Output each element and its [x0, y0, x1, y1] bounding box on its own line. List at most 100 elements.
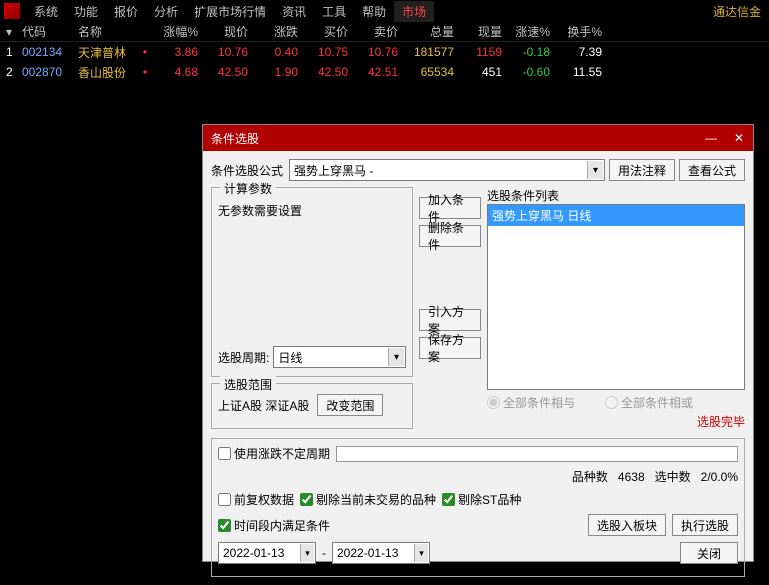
formula-value: 强势上穿黑马 - [294, 162, 373, 179]
col-name[interactable]: 名称 [78, 23, 142, 40]
radio-all-and: 全部条件相与 [487, 394, 575, 411]
chevron-down-icon[interactable]: ▾ [587, 161, 603, 179]
chevron-down-icon[interactable]: ▾ [414, 544, 428, 562]
row-spd: -0.18 [506, 45, 554, 59]
selected-label: 选中数 [655, 468, 691, 485]
calc-params-group: 计算参数 无参数需要设置 选股周期: 日线 ▾ [211, 187, 413, 377]
dot-icon: • [142, 45, 152, 59]
minimize-icon[interactable]: ― [697, 127, 725, 149]
menu-bar: 系统 功能 报价 分析 扩展市场行情 资讯 工具 帮助 市场 通达信金 [0, 0, 769, 22]
use-period-checkbox[interactable]: 使用涨跌不定周期 [218, 445, 330, 462]
menu-analysis[interactable]: 分析 [146, 1, 186, 22]
col-cur[interactable]: 现量 [458, 23, 506, 40]
into-block-button[interactable]: 选股入板块 [588, 514, 666, 536]
import-plan-button[interactable]: 引入方案 [419, 309, 481, 331]
row-name[interactable]: 香山股份 [78, 64, 142, 81]
menu-function[interactable]: 功能 [66, 1, 106, 22]
col-spd[interactable]: 涨速% [506, 23, 554, 40]
scope-text: 上证A股 深证A股 [218, 397, 309, 414]
chevron-down-icon[interactable]: ▾ [300, 544, 314, 562]
count-label: 品种数 [572, 468, 608, 485]
delete-condition-button[interactable]: 删除条件 [419, 225, 481, 247]
table-row[interactable]: 1002134天津普林•3.8610.760.4010.7510.7618157… [0, 42, 769, 62]
condition-listbox[interactable]: 强势上穿黑马 日线 [487, 204, 745, 390]
row-pct: 3.86 [152, 45, 202, 59]
col-pct[interactable]: 涨幅% [152, 23, 202, 40]
radio-and-input [487, 396, 500, 409]
row-code[interactable]: 002134 [22, 45, 78, 59]
brand-label: 通达信金 [705, 1, 769, 22]
col-chg[interactable]: 涨跌 [252, 23, 302, 40]
row-pct: 4.68 [152, 65, 202, 79]
bottom-panel: 使用涨跌不定周期 品种数 4638 选中数 2/0.0% 前复权数据 剔除当前未… [211, 438, 745, 577]
scope-title: 选股范围 [220, 376, 276, 393]
row-chg: 0.40 [252, 45, 302, 59]
condition-stock-dialog: 条件选股 ― ✕ 条件选股公式 强势上穿黑马 - ▾ 用法注释 查看公式 计算参… [202, 124, 754, 562]
selected-value: 2/0.0% [701, 470, 738, 484]
row-vol: 181577 [402, 45, 458, 59]
date-from-input[interactable]: 2022-01-13▾ [218, 542, 316, 564]
dot-icon: • [142, 65, 152, 79]
menu-news[interactable]: 资讯 [274, 1, 314, 22]
col-turn[interactable]: 换手% [554, 23, 606, 40]
menu-extended[interactable]: 扩展市场行情 [186, 1, 274, 22]
row-code[interactable]: 002870 [22, 65, 78, 79]
row-name[interactable]: 天津普林 [78, 44, 142, 61]
col-code[interactable]: 代码 [22, 23, 78, 40]
calc-params-title: 计算参数 [220, 180, 276, 197]
col-price[interactable]: 现价 [202, 23, 252, 40]
row-chg: 1.90 [252, 65, 302, 79]
col-bid[interactable]: 买价 [302, 23, 352, 40]
radio-or-input [605, 396, 618, 409]
row-price: 42.50 [202, 65, 252, 79]
chevron-down-icon[interactable]: ▾ [388, 348, 404, 366]
row-turn: 7.39 [554, 45, 606, 59]
exec-button[interactable]: 执行选股 [672, 514, 738, 536]
table-header: ▾ 代码 名称 涨幅% 现价 涨跌 买价 卖价 总量 现量 涨速% 换手% [0, 22, 769, 42]
row-cur: 451 [458, 65, 506, 79]
row-bid: 10.75 [302, 45, 352, 59]
close-icon[interactable]: ✕ [725, 127, 753, 149]
menu-system[interactable]: 系统 [26, 1, 66, 22]
view-formula-button[interactable]: 查看公式 [679, 159, 745, 181]
dialog-title: 条件选股 [211, 130, 259, 147]
period-value: 日线 [278, 349, 302, 366]
formula-combo[interactable]: 强势上穿黑马 - ▾ [289, 159, 605, 181]
condition-list-label: 选股条件列表 [487, 187, 745, 204]
row-price: 10.76 [202, 45, 252, 59]
row-ask: 10.76 [352, 45, 402, 59]
list-item[interactable]: 强势上穿黑马 日线 [488, 205, 744, 226]
save-plan-button[interactable]: 保存方案 [419, 337, 481, 359]
time-range-checkbox[interactable]: 时间段内满足条件 [218, 517, 330, 534]
change-scope-button[interactable]: 改变范围 [317, 394, 383, 416]
row-vol: 65534 [402, 65, 458, 79]
add-condition-button[interactable]: 加入条件 [419, 197, 481, 219]
row-idx: 1 [0, 45, 22, 59]
exclude-notrade-checkbox[interactable]: 剔除当前未交易的品种 [300, 491, 436, 508]
dialog-titlebar[interactable]: 条件选股 ― ✕ [203, 125, 753, 151]
col-ask[interactable]: 卖价 [352, 23, 402, 40]
row-bid: 42.50 [302, 65, 352, 79]
col-dropdown-icon[interactable]: ▾ [0, 25, 22, 39]
period-combo[interactable]: 日线 ▾ [273, 346, 406, 368]
row-idx: 2 [0, 65, 22, 79]
formula-label: 条件选股公式 [211, 162, 283, 179]
menu-market[interactable]: 市场 [394, 1, 434, 22]
status-done: 选股完毕 [487, 413, 745, 430]
no-params-label: 无参数需要设置 [218, 202, 406, 219]
col-vol[interactable]: 总量 [402, 23, 458, 40]
menu-help[interactable]: 帮助 [354, 1, 394, 22]
menu-tools[interactable]: 工具 [314, 1, 354, 22]
radio-all-or: 全部条件相或 [605, 394, 693, 411]
date-to-input[interactable]: 2022-01-13▾ [332, 542, 430, 564]
row-ask: 42.51 [352, 65, 402, 79]
exclude-st-checkbox[interactable]: 剔除ST品种 [442, 491, 521, 508]
menu-quote[interactable]: 报价 [106, 1, 146, 22]
close-button[interactable]: 关闭 [680, 542, 738, 564]
table-body: 1002134天津普林•3.8610.760.4010.7510.7618157… [0, 42, 769, 82]
period-label: 选股周期: [218, 349, 269, 366]
date-sep: - [322, 546, 326, 560]
table-row[interactable]: 2002870香山股份•4.6842.501.9042.5042.5165534… [0, 62, 769, 82]
usage-button[interactable]: 用法注释 [609, 159, 675, 181]
fuquan-checkbox[interactable]: 前复权数据 [218, 491, 294, 508]
